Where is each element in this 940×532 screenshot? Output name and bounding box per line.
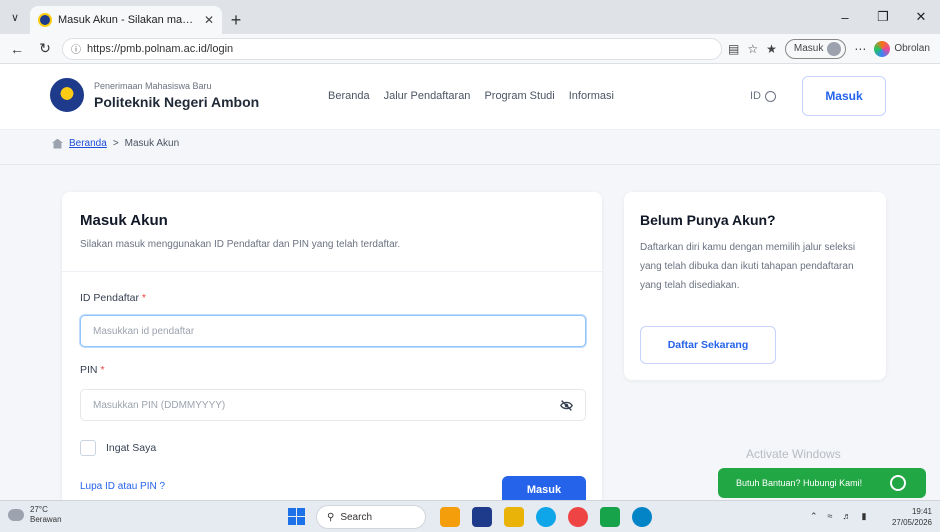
people-app-icon[interactable] [440,507,460,527]
required-asterisk: * [100,364,105,376]
reader-view-icon[interactable]: ▤ [728,42,739,56]
site-favicon-icon [38,13,52,27]
tab-close-icon[interactable]: ✕ [204,13,214,27]
search-icon: ⚲ [327,511,335,523]
taskbar-apps [440,507,652,527]
edge-browser-icon[interactable] [536,507,556,527]
pin-field-label: PIN * [80,364,105,376]
remember-me-checkbox[interactable] [80,440,96,456]
login-card: Masuk Akun Silakan masuk menggunakan ID … [62,192,602,512]
minimize-icon[interactable]: – [826,0,864,34]
browser-tab-strip: ∨ Masuk Akun - Silakan masuk men… ✕ + – … [0,0,940,34]
clock-date: 27/05/2026 [891,518,932,527]
back-arrow-icon[interactable]: ← [6,38,28,60]
language-switcher[interactable]: ID [750,90,776,102]
activate-windows-watermark: Activate Windows [746,447,841,461]
weather-widget[interactable]: 27°C Berawan [8,505,62,525]
brand-logo-link[interactable]: Penerimaan Mahasiswa Baru Politeknik Neg… [50,78,259,112]
nav-informasi[interactable]: Informasi [569,90,614,102]
copilot-button[interactable]: Obrolan [874,40,930,57]
close-window-icon[interactable]: ✕ [902,0,940,34]
header-login-button[interactable]: Masuk [802,76,886,116]
window-controls: – ❐ ✕ [826,0,940,34]
nav-beranda[interactable]: Beranda [328,90,370,102]
id-pendaftar-input[interactable]: Masukkan id pendaftar [80,315,586,347]
file-explorer-icon[interactable] [504,507,524,527]
browser-toolbar: ← ↻ ⓘ https://pmb.polnam.ac.id/login ▤ ☆… [0,34,940,64]
help-chat-button[interactable]: Butuh Bantuan? Hubungi Kami! [718,468,926,498]
breadcrumb: Beranda > Masuk Akun [52,138,179,149]
browser-tab-active[interactable]: Masuk Akun - Silakan masuk men… ✕ [30,6,222,34]
store-icon[interactable] [600,507,620,527]
profile-button[interactable]: Masuk [784,38,847,59]
windows-start-icon[interactable] [288,508,305,525]
weather-condition: Berawan [30,515,62,524]
restore-icon[interactable]: ❐ [864,0,902,34]
site-info-icon[interactable]: ⓘ [71,41,81,56]
register-now-button[interactable]: Daftar Sekarang [640,326,776,364]
clock-time: 19:41 [911,507,932,516]
volume-icon[interactable]: ♬ [843,511,852,522]
tray-chevron-icon[interactable]: ⌃ [810,511,818,522]
required-asterisk: * [141,292,146,304]
pin-label-text: PIN [80,364,98,376]
polnam-emblem-icon [50,78,84,112]
globe-icon [765,90,776,102]
url-text: https://pmb.polnam.ac.id/login [87,42,234,55]
nav-jalur-pendaftaran[interactable]: Jalur Pendaftaran [384,90,471,102]
site-header: Penerimaan Mahasiswa Baru Politeknik Neg… [0,64,940,130]
new-tab-icon[interactable]: + [222,6,250,34]
edge-dev-icon[interactable] [632,507,652,527]
system-clock[interactable]: 19:41 27/05/2026 [892,506,932,528]
wifi-icon[interactable]: ≈ [828,511,833,522]
register-card: Belum Punya Akun? Daftarkan diri kamu de… [624,192,886,380]
refresh-icon[interactable]: ↻ [34,38,56,60]
id-label-text: ID Pendaftar [80,292,139,304]
id-field-label: ID Pendaftar * [80,292,146,304]
avatar [827,41,842,56]
main-nav: Beranda Jalur Pendaftaran Program Studi … [328,90,614,102]
nav-program-studi[interactable]: Program Studi [484,90,554,102]
brand-title: Politeknik Negeri Ambon [94,93,260,110]
pin-input[interactable]: Masukkan PIN (DDMMYYYY) [80,389,586,421]
favorites-list-icon[interactable]: ★ [766,42,777,56]
forgot-credentials-link[interactable]: Lupa ID atau PIN ? [80,481,165,492]
tab-actions-chevron-icon[interactable]: ∨ [0,0,30,34]
task-view-icon[interactable] [472,507,492,527]
breadcrumb-divider [0,164,940,165]
whatsapp-icon [890,475,907,491]
eye-slash-icon[interactable] [560,399,573,412]
login-title: Masuk Akun [80,212,168,229]
system-tray: ⌃ ≈ ♬ ▮ [810,511,866,522]
remember-me-label: Ingat Saya [106,442,157,454]
taskbar-search[interactable]: ⚲ Search [316,505,426,529]
temperature: 27°C [30,505,48,514]
brand-subtitle: Penerimaan Mahasiswa Baru [94,80,212,91]
register-description: Daftarkan diri kamu dengan memilih jalur… [640,242,856,291]
chrome-icon[interactable] [568,507,588,527]
taskbar-search-label: Search [340,511,373,523]
language-code: ID [750,90,761,102]
windows-taskbar: 27°C Berawan ⚲ Search ⌃ ≈ ♬ ▮ 19:41 27/0… [0,500,940,532]
copilot-logo-icon [874,40,891,57]
tab-title: Masuk Akun - Silakan masuk men… [58,14,198,26]
id-input-placeholder: Masukkan id pendaftar [93,325,195,337]
breadcrumb-home-link[interactable]: Beranda [69,138,107,149]
pin-input-placeholder: Masukkan PIN (DDMMYYYY) [93,399,226,411]
favorite-star-icon[interactable]: ☆ [747,42,758,56]
register-title: Belum Punya Akun? [640,212,776,228]
breadcrumb-current: Masuk Akun [124,138,180,149]
address-bar[interactable]: ⓘ https://pmb.polnam.ac.id/login [62,37,722,60]
battery-icon[interactable]: ▮ [862,511,867,522]
breadcrumb-separator: > [112,138,119,149]
help-chat-label: Butuh Bantuan? Hubungi Kami! [736,478,863,488]
cloudy-weather-icon [8,509,24,521]
home-icon [52,138,63,149]
copilot-label: Obrolan [894,43,930,54]
login-description: Silakan masuk menggunakan ID Pendaftar d… [80,239,401,250]
profile-label: Masuk [793,43,824,54]
more-menu-icon[interactable]: ⋯ [854,42,866,56]
